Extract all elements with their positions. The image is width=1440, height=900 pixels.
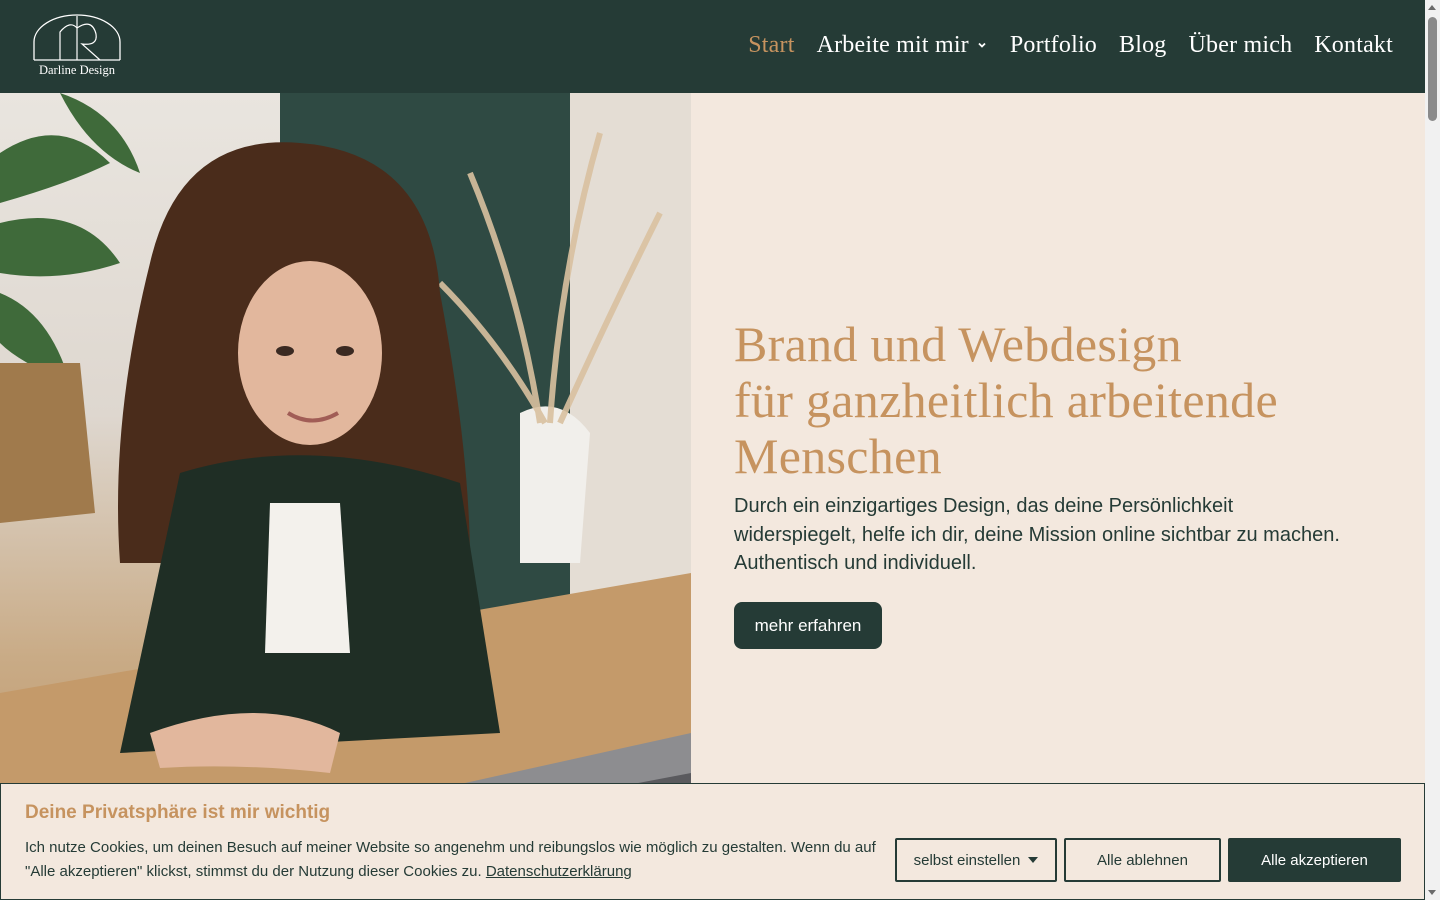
hero-photo <box>0 93 691 900</box>
page-scrollbar[interactable] <box>1425 0 1440 900</box>
nav-item-kontakt[interactable]: Kontakt <box>1314 32 1393 59</box>
chevron-down-icon <box>978 42 986 48</box>
site-header: Darline Design Start Arbeite mit mir Por… <box>0 0 1425 93</box>
hero-intro-text: Durch ein einzigartiges Design, das dein… <box>734 495 1340 574</box>
nav-item-label: Über mich <box>1188 31 1293 58</box>
mehr-erfahren-button[interactable]: mehr erfahren <box>734 602 882 649</box>
logo-mark-icon <box>33 14 121 61</box>
nav-item-label: Start <box>748 31 795 58</box>
cookie-banner-text: Ich nutze Cookies, um deinen Besuch auf … <box>25 836 885 884</box>
scroll-down-icon[interactable] <box>1428 890 1436 895</box>
nav-item-start[interactable]: Start <box>748 32 794 59</box>
nav-item-arbeite-mit-mir[interactable]: Arbeite mit mir <box>817 32 988 59</box>
logo[interactable]: Darline Design <box>32 14 122 80</box>
nav-item-ueber-mich[interactable]: Über mich <box>1189 32 1293 59</box>
scroll-up-icon[interactable] <box>1428 5 1436 10</box>
main-nav: Start Arbeite mit mir Portfolio Blog Übe… <box>748 27 1393 63</box>
nav-item-label: Blog <box>1119 31 1167 58</box>
caret-down-icon <box>1028 857 1039 863</box>
cookie-banner-title: Deine Privatsphäre ist mir wichtig <box>25 802 331 823</box>
headline-line: Brand und Webdesign <box>734 316 1182 372</box>
nav-item-label: Arbeite mit mir <box>816 31 969 58</box>
accept-all-button[interactable]: Alle akzeptieren <box>1228 838 1401 882</box>
nav-item-blog[interactable]: Blog <box>1119 32 1166 59</box>
scrollbar-thumb[interactable] <box>1428 17 1437 121</box>
cookie-banner: Deine Privatsphäre ist mir wichtig Ich n… <box>0 783 1425 900</box>
reject-all-button[interactable]: Alle ablehnen <box>1064 838 1221 882</box>
cookie-settings-button[interactable]: selbst einstellen <box>895 838 1057 882</box>
privacy-policy-link[interactable]: Datenschutzerklärung <box>486 863 632 880</box>
nav-item-label: Portfolio <box>1009 31 1098 58</box>
hero-headline: Brand und Webdesign für ganzheitlich arb… <box>734 316 1374 484</box>
nav-item-portfolio[interactable]: Portfolio <box>1010 32 1097 59</box>
cookie-banner-body: Ich nutze Cookies, um deinen Besuch auf … <box>25 839 876 880</box>
headline-line: für ganzheitlich arbeitende <box>734 372 1278 428</box>
logo-text: Darline Design <box>38 63 116 77</box>
headline-line: Menschen <box>734 428 942 484</box>
cookie-settings-label: selbst einstellen <box>913 851 1021 869</box>
nav-item-label: Kontakt <box>1314 31 1393 58</box>
